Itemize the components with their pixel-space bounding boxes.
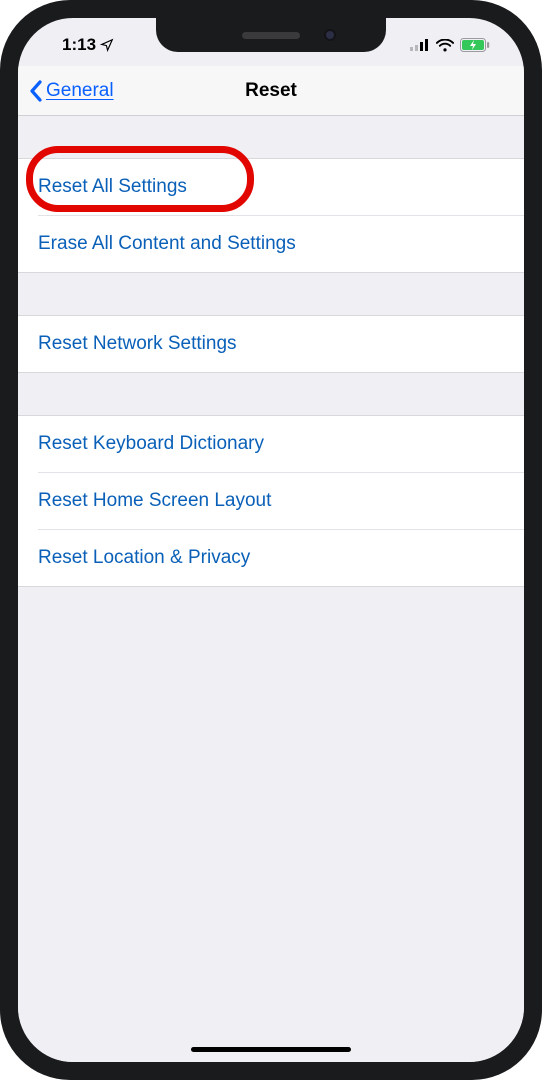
screen: 1:13 — [18, 18, 524, 1062]
reset-keyboard-dictionary-row[interactable]: Reset Keyboard Dictionary — [18, 416, 524, 472]
battery-charging-icon — [460, 38, 490, 52]
erase-all-content-row[interactable]: Erase All Content and Settings — [18, 216, 524, 272]
reset-all-settings-row[interactable]: Reset All Settings — [18, 159, 524, 215]
row-label: Reset Keyboard Dictionary — [38, 433, 264, 455]
reset-location-privacy-row[interactable]: Reset Location & Privacy — [18, 530, 524, 586]
reset-home-screen-layout-row[interactable]: Reset Home Screen Layout — [18, 473, 524, 529]
content-area: Reset All Settings Erase All Content and… — [18, 116, 524, 1062]
cellular-signal-icon — [410, 39, 430, 51]
row-label: Reset All Settings — [38, 176, 187, 198]
speaker-grille — [242, 32, 300, 39]
status-right — [410, 32, 496, 52]
back-button[interactable]: General — [28, 66, 114, 115]
device-frame: 1:13 — [0, 0, 542, 1080]
wifi-icon — [436, 39, 454, 52]
nav-title: Reset — [245, 80, 297, 102]
status-left: 1:13 — [46, 29, 114, 55]
row-label: Reset Home Screen Layout — [38, 490, 271, 512]
location-arrow-icon — [100, 38, 114, 52]
home-indicator[interactable] — [191, 1047, 351, 1052]
chevron-left-icon — [28, 79, 44, 103]
row-label: Reset Network Settings — [38, 333, 237, 355]
status-time: 1:13 — [62, 35, 96, 55]
row-label: Reset Location & Privacy — [38, 547, 250, 569]
reset-network-settings-row[interactable]: Reset Network Settings — [18, 316, 524, 372]
settings-group: Reset Keyboard Dictionary Reset Home Scr… — [18, 415, 524, 587]
row-label: Erase All Content and Settings — [38, 233, 296, 255]
section-gap — [18, 273, 524, 315]
notch — [156, 18, 386, 52]
settings-group: Reset All Settings Erase All Content and… — [18, 158, 524, 273]
front-camera — [324, 29, 336, 41]
nav-bar: General Reset — [18, 66, 524, 116]
section-gap — [18, 373, 524, 415]
settings-group: Reset Network Settings — [18, 315, 524, 373]
section-gap — [18, 116, 524, 158]
back-label: General — [46, 80, 114, 102]
